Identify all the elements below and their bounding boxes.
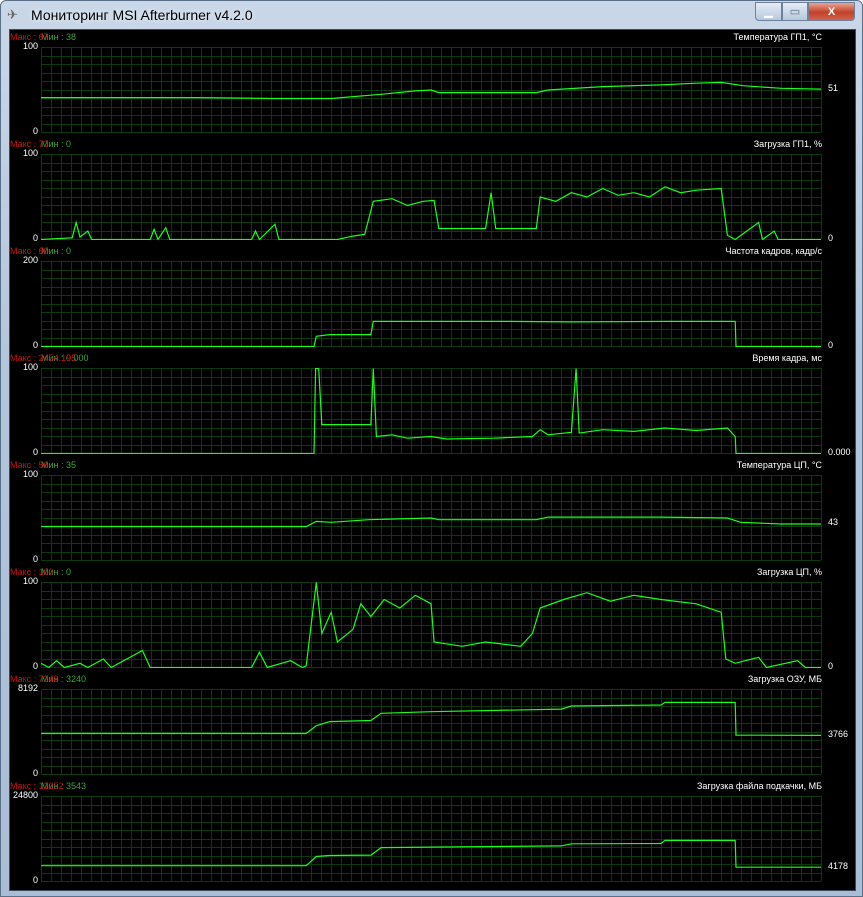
grid (41, 154, 822, 240)
graph-plot (41, 261, 822, 347)
monitoring-graphs-area: Мин : 38 Макс : 67 Температура ГП1, °C 1… (9, 29, 856, 891)
graph-plot (41, 475, 822, 561)
graph-title: Время кадра, мс (752, 353, 822, 363)
y-axis-max-label: 100 (22, 41, 38, 51)
y-axis-max-label: 24800 (12, 790, 38, 800)
graph-panel[interactable]: Мин : 0 Макс : 73 Загрузка ГП1, % 100 00 (10, 137, 855, 244)
y-axis-max-label: 200 (22, 255, 38, 265)
minimize-icon: ▁ (764, 6, 773, 18)
close-button[interactable]: X (808, 2, 855, 21)
graph-current-value: 0 (828, 661, 834, 671)
graph-title: Частота кадров, кадр/с (725, 246, 822, 256)
y-axis-max-label: 100 (22, 148, 38, 158)
y-axis-max-label: 8192 (17, 683, 38, 693)
afterburner-icon: ✈ (7, 7, 18, 22)
graph-plot (41, 796, 822, 882)
maximize-icon: ▭ (789, 6, 801, 18)
graph-panel[interactable]: Мин : 38 Макс : 67 Температура ГП1, °C 1… (10, 30, 855, 137)
graph-title: Загрузка ЦП, % (756, 567, 822, 577)
graph-current-value: 3766 (828, 728, 849, 739)
y-axis-min-label: 0 (32, 340, 38, 350)
graph-plot (41, 154, 822, 240)
graph-title: Температура ГП1, °C (733, 32, 822, 42)
graph-plot (41, 368, 822, 454)
graph-panel[interactable]: Мин : 0 Макс : 60 Частота кадров, кадр/с… (10, 244, 855, 351)
grid (41, 261, 822, 347)
graph-title: Загрузка ГП1, % (753, 139, 822, 149)
y-axis-min-label: 0 (32, 233, 38, 243)
y-axis-min-label: 0 (32, 875, 38, 885)
y-axis-min-label: 0 (32, 554, 38, 564)
graph-title: Загрузка файла подкачки, МБ (696, 781, 822, 791)
close-icon: X (827, 5, 836, 18)
graph-panel[interactable]: Мин : 3240 Макс : 7248 Загрузка ОЗУ, МБ … (10, 672, 855, 779)
window-title: Мониторинг MSI Afterburner v4.2.0 (31, 7, 253, 23)
grid (41, 582, 822, 668)
graph-panel[interactable]: Мин : 35 Макс : 56 Температура ЦП, °C 10… (10, 458, 855, 565)
graph-title: Загрузка ОЗУ, МБ (747, 674, 822, 684)
y-axis-max-label: 100 (22, 576, 38, 586)
graph-current-value: 51 (828, 82, 839, 93)
y-axis-min-label: 0 (32, 661, 38, 671)
graph-current-value: 0.000 (828, 447, 851, 457)
y-axis-min-label: 0 (32, 768, 38, 778)
graph-current-value: 0 (828, 340, 834, 350)
grid (41, 368, 822, 454)
maximize-button[interactable]: ▭ (782, 2, 808, 21)
title-bar[interactable]: ✈ Мониторинг MSI Afterburner v4.2.0 ▁ ▭ … (1, 1, 862, 29)
minimize-button[interactable]: ▁ (755, 2, 782, 21)
graph-plot (41, 582, 822, 668)
graph-plot (41, 47, 822, 133)
app-window: ✈ Мониторинг MSI Afterburner v4.2.0 ▁ ▭ … (0, 0, 863, 897)
y-axis-max-label: 100 (22, 469, 38, 479)
graph-panel[interactable]: Мин : 0.000 Макс : 2454.195 Время кадра,… (10, 351, 855, 458)
graph-current-value: 0 (828, 233, 834, 243)
grid (41, 796, 822, 882)
y-axis-max-label: 100 (22, 362, 38, 372)
graph-plot (41, 689, 822, 775)
y-axis-min-label: 0 (32, 447, 38, 457)
graph-current-value: 4178 (828, 860, 849, 871)
graph-current-value: 43 (828, 517, 839, 528)
y-axis-min-label: 0 (32, 126, 38, 136)
graph-title: Температура ЦП, °C (736, 460, 822, 470)
graph-panel[interactable]: Мин : 0 Макс : 100 Загрузка ЦП, % 100 00 (10, 565, 855, 672)
graph-panel[interactable]: Мин : 3543 Макс : 12252 Загрузка файла п… (10, 779, 855, 886)
